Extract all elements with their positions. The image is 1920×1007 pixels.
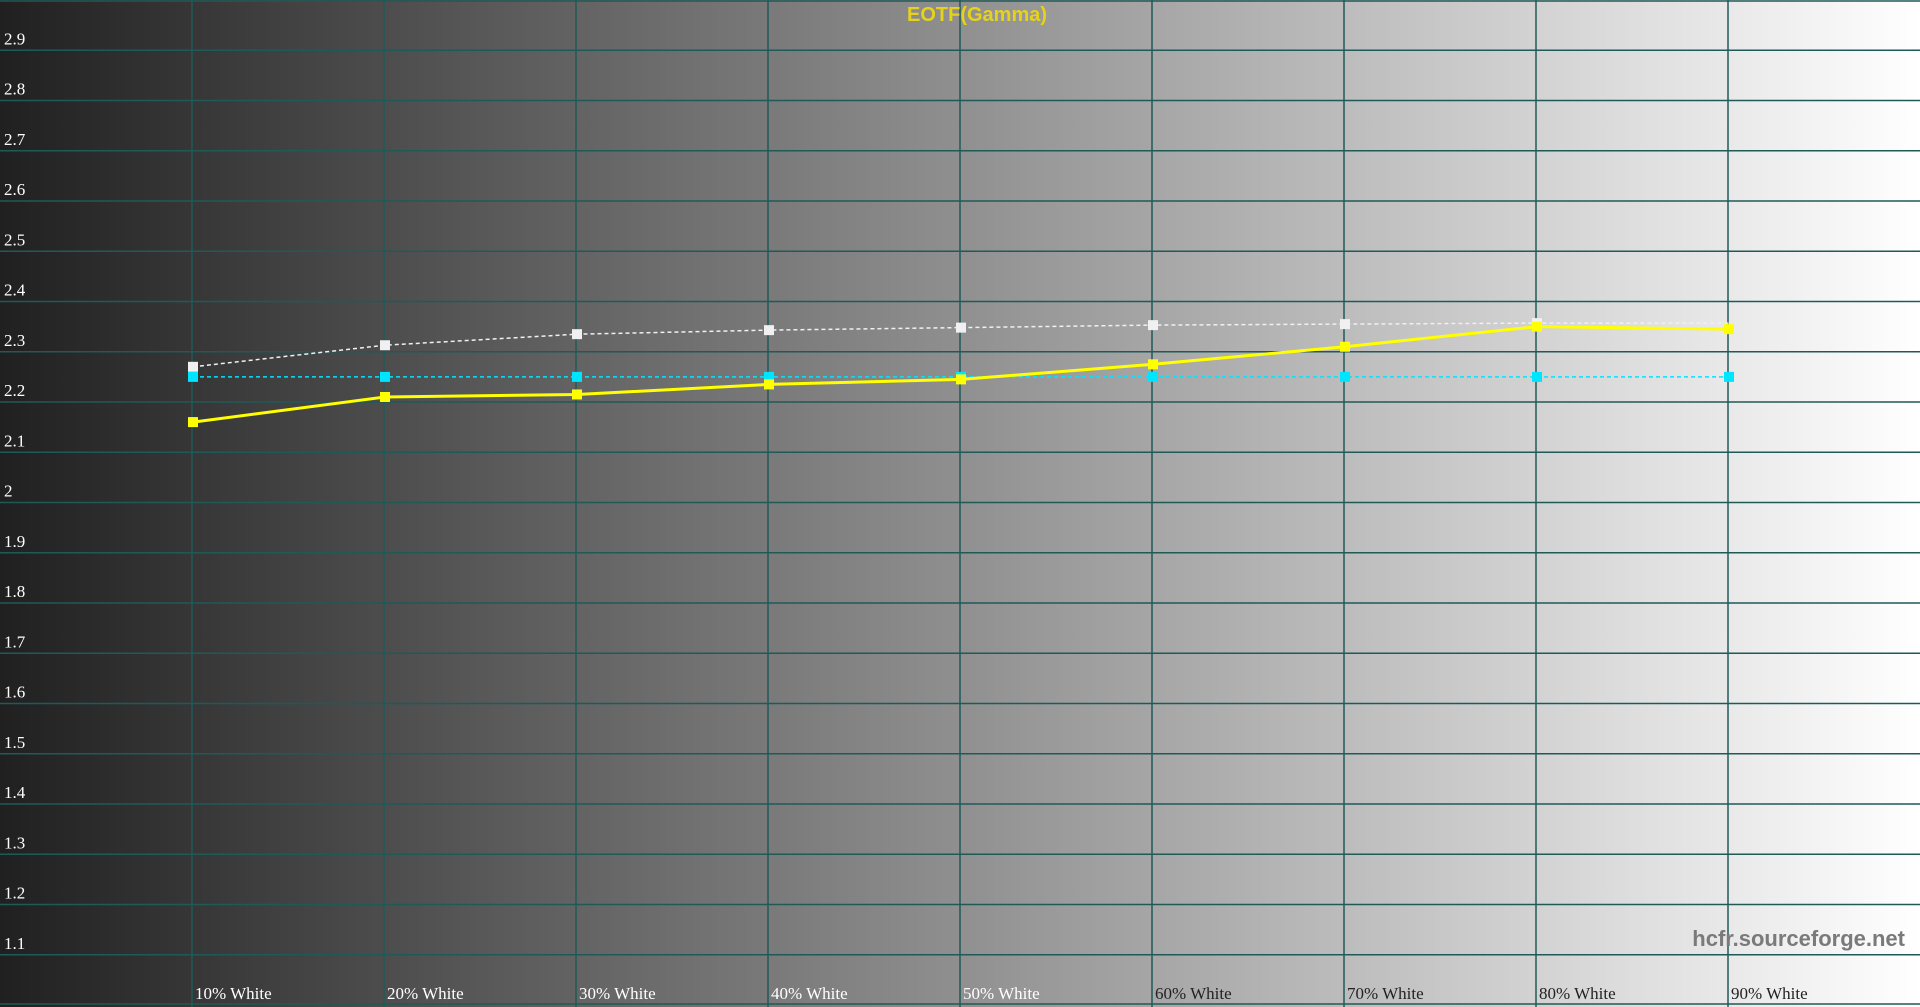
y-tick-label: 2.7 [4, 130, 26, 149]
data-point-marker [956, 322, 966, 333]
y-tick-label: 1.7 [4, 632, 26, 651]
y-tick-label: 2.9 [4, 29, 25, 48]
data-point-marker [380, 340, 390, 351]
chart-title: EOTF(Gamma) [907, 4, 1047, 26]
chart-canvas: 1.1 1.2 1.3 1.4 1.5 1.6 1.7 1.8 1.9 2 2.1 2.2 2.3 2.4… [0, 0, 1920, 1007]
data-point-marker [188, 371, 198, 382]
data-point-marker [764, 379, 774, 390]
data-point-marker [1340, 341, 1350, 352]
data-point-marker [572, 371, 582, 382]
y-tick-label: 2.6 [4, 180, 25, 199]
x-tick-label: 60% White [1155, 984, 1232, 1003]
x-tick-label: 40% White [771, 984, 848, 1003]
data-point-marker [572, 329, 582, 340]
data-point-marker [1148, 371, 1158, 382]
y-tick-label: 1.9 [4, 532, 25, 551]
data-point-marker [1724, 371, 1734, 382]
data-point-marker [1532, 371, 1542, 382]
y-tick-label: 1.2 [4, 884, 25, 903]
x-axis-ticks: 10% White 20% White 30% White 40% White 50% … [195, 984, 1808, 1003]
x-tick-label: 10% White [195, 984, 272, 1003]
y-tick-label: 2 [4, 482, 13, 501]
data-point-marker [380, 391, 390, 402]
y-tick-label: 2.4 [4, 281, 26, 300]
x-tick-label: 20% White [387, 984, 464, 1003]
data-point-marker [1340, 371, 1350, 382]
eotf-gamma-chart: 1.1 1.2 1.3 1.4 1.5 1.6 1.7 1.8 1.9 2 2.1 2.2 2.3 2.4… [0, 0, 1920, 1007]
y-tick-label: 1.1 [4, 934, 25, 953]
y-tick-label: 2.5 [4, 230, 25, 249]
x-tick-label: 50% White [963, 984, 1040, 1003]
y-tick-label: 1.4 [4, 783, 26, 802]
y-tick-label: 1.5 [4, 733, 25, 752]
x-tick-label: 90% White [1731, 984, 1808, 1003]
x-tick-label: 30% White [579, 984, 656, 1003]
y-tick-label: 2.8 [4, 80, 25, 99]
watermark-text: hcfr.sourceforge.net [1692, 926, 1905, 951]
data-point-marker [188, 417, 198, 428]
data-point-marker [188, 361, 198, 372]
data-point-marker [1148, 359, 1158, 370]
y-tick-label: 1.6 [4, 683, 25, 702]
data-point-marker [1724, 324, 1734, 335]
data-point-marker [956, 374, 966, 385]
data-point-marker [572, 389, 582, 400]
data-point-marker [380, 371, 390, 382]
x-tick-label: 80% White [1539, 984, 1616, 1003]
data-point-marker [1148, 320, 1158, 331]
x-tick-label: 70% White [1347, 984, 1424, 1003]
y-tick-label: 1.8 [4, 582, 25, 601]
y-tick-label: 2.2 [4, 381, 25, 400]
y-tick-label: 2.1 [4, 431, 25, 450]
data-point-marker [764, 325, 774, 336]
data-point-marker [1532, 321, 1542, 332]
y-tick-label: 1.3 [4, 833, 25, 852]
data-point-marker [1340, 319, 1350, 330]
y-tick-label: 2.3 [4, 331, 25, 350]
